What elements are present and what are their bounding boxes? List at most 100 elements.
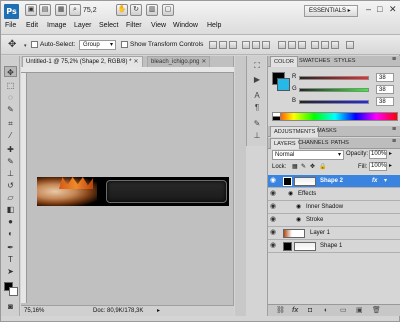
move-tool-icon[interactable]: ✥ — [4, 66, 17, 77]
add-style-icon[interactable]: fx — [292, 305, 298, 316]
clone-stamp-tool-icon[interactable]: ⊥ — [4, 168, 17, 179]
eyedropper-tool-icon[interactable]: ⁄ — [4, 130, 17, 141]
red-slider[interactable] — [299, 76, 369, 80]
menu-layer[interactable]: Layer — [74, 22, 92, 29]
layer-row-stroke[interactable]: ◉ ◉ Stroke — [268, 214, 400, 227]
minibridge-icon[interactable]: ▤ — [39, 4, 51, 16]
eye-icon[interactable]: ◉ — [270, 214, 280, 226]
align-vcenter-icon[interactable] — [219, 41, 227, 49]
background-color-swatch[interactable] — [9, 287, 18, 296]
tab-styles[interactable]: STYLES — [331, 56, 358, 67]
fx-icon[interactable]: fx — [372, 175, 377, 187]
align-left-icon[interactable] — [242, 41, 250, 49]
align-top-icon[interactable] — [209, 41, 217, 49]
screen-mode-icon[interactable]: ▢ — [162, 4, 174, 16]
blur-tool-icon[interactable]: ● — [4, 216, 17, 227]
history-brush-tool-icon[interactable]: ↺ — [4, 180, 17, 191]
tab-swatches[interactable]: SWATCHES — [296, 56, 333, 67]
zoom-level-icon[interactable]: ⌕ — [69, 4, 81, 16]
layer-row-inner-shadow[interactable]: ◉ ◉ Inner Shadow — [268, 201, 400, 214]
zoom-level-field[interactable]: 75,2 — [83, 5, 113, 16]
menu-image[interactable]: Image — [47, 22, 66, 29]
blue-value-field[interactable]: 38 — [376, 97, 394, 106]
opacity-field[interactable]: 100% — [369, 150, 387, 159]
menu-view[interactable]: View — [151, 22, 166, 29]
tab-channels[interactable]: CHANNELS — [295, 138, 331, 149]
close-icon[interactable]: ✕ — [133, 59, 138, 65]
red-value-field[interactable]: 38 — [376, 73, 394, 82]
green-slider[interactable] — [299, 88, 369, 92]
distribute-hcenter-icon[interactable] — [321, 41, 329, 49]
crop-tool-icon[interactable]: ⌗ — [4, 118, 17, 129]
lock-image-icon[interactable]: ✎ — [301, 163, 306, 170]
brush-panel-icon[interactable]: ✎ — [251, 118, 263, 129]
minimize-button[interactable]: – — [366, 4, 371, 14]
lasso-tool-icon[interactable]: ◌ — [4, 92, 17, 103]
chevron-down-icon[interactable]: ▾ — [384, 175, 387, 187]
canvas-banner[interactable] — [37, 177, 229, 206]
zoom-status[interactable]: 75,16% — [24, 306, 44, 316]
marquee-tool-icon[interactable]: ⬚ — [4, 80, 17, 91]
dodge-tool-icon[interactable]: ◐ — [4, 228, 17, 239]
green-value-field[interactable]: 38 — [376, 85, 394, 94]
menu-help[interactable]: Help — [207, 22, 221, 29]
align-bottom-icon[interactable] — [229, 41, 237, 49]
layer-row-shape-1[interactable]: ◉ Shape 1 — [268, 240, 400, 253]
blend-mode-dropdown[interactable]: Normal ▾ — [272, 150, 344, 160]
tab-untitled-1[interactable]: Untitled-1 @ 75,2% (Shape 2, RGB/8) * ✕ — [22, 56, 143, 67]
character-panel-icon[interactable]: A — [251, 90, 263, 101]
quick-select-tool-icon[interactable]: ✎ — [4, 104, 17, 115]
color-spectrum-bar[interactable] — [272, 112, 398, 121]
auto-align-icon[interactable] — [346, 41, 354, 49]
healing-brush-tool-icon[interactable]: ✚ — [4, 144, 17, 155]
paragraph-panel-icon[interactable]: ¶ — [251, 102, 263, 113]
menu-edit[interactable]: Edit — [26, 22, 38, 29]
type-tool-icon[interactable]: T — [4, 254, 17, 265]
fill-field[interactable]: 100% — [369, 162, 387, 171]
lock-position-icon[interactable]: ✥ — [310, 163, 315, 170]
close-button[interactable]: ✕ — [389, 4, 397, 15]
view-extras-icon[interactable]: ▦ — [55, 4, 67, 16]
menu-select[interactable]: Select — [99, 22, 118, 29]
pen-tool-icon[interactable]: ✒ — [4, 242, 17, 253]
status-menu-arrow-icon[interactable]: ▸ — [157, 306, 160, 316]
opacity-arrow-icon[interactable]: ▸ — [389, 150, 392, 157]
color-background-swatch[interactable] — [277, 78, 290, 91]
actions-panel-icon[interactable]: ▶ — [251, 74, 263, 85]
delete-layer-icon[interactable]: 🗑 — [372, 305, 381, 316]
eye-icon[interactable]: ◉ — [270, 201, 280, 213]
clone-source-panel-icon[interactable]: ⊥ — [251, 130, 263, 141]
auto-select-dropdown[interactable]: Group ▾ — [79, 40, 116, 50]
add-mask-icon[interactable]: ◘ — [308, 305, 312, 316]
tab-bleach-ichigo[interactable]: bleach_ichigo.png ✕ — [147, 56, 211, 67]
blue-slider[interactable] — [299, 100, 369, 104]
panel-menu-icon[interactable]: ≡ — [392, 138, 396, 145]
quick-mask-icon[interactable]: ◙ — [4, 301, 17, 312]
history-panel-icon[interactable]: ⛶ — [251, 60, 263, 71]
distribute-right-icon[interactable] — [331, 41, 339, 49]
menu-file[interactable]: File — [5, 22, 16, 29]
eye-icon[interactable]: ◉ — [270, 188, 280, 200]
panel-menu-icon[interactable]: ≡ — [392, 126, 396, 133]
panel-menu-icon[interactable]: ≡ — [392, 56, 396, 63]
distribute-vcenter-icon[interactable] — [288, 41, 296, 49]
align-hcenter-icon[interactable] — [252, 41, 260, 49]
align-right-icon[interactable] — [262, 41, 270, 49]
menu-window[interactable]: Window — [173, 22, 198, 29]
tab-color[interactable]: COLOR — [270, 56, 298, 67]
hand-tool-icon[interactable]: ✋ — [116, 4, 128, 16]
chevron-down-icon[interactable]: ▾ — [24, 43, 27, 49]
distribute-left-icon[interactable] — [311, 41, 319, 49]
new-layer-icon[interactable]: ▣ — [356, 305, 363, 316]
tab-masks[interactable]: MASKS — [314, 126, 340, 137]
maximize-button[interactable]: □ — [377, 4, 382, 14]
gradient-tool-icon[interactable]: ◧ — [4, 204, 17, 215]
eye-icon[interactable]: ◉ — [270, 175, 280, 187]
effect-visibility-icon[interactable]: ◉ — [296, 201, 301, 213]
close-icon[interactable]: ✕ — [201, 59, 206, 65]
link-layers-icon[interactable]: ⛓ — [276, 305, 285, 316]
adjustment-layer-icon[interactable]: ◐ — [324, 305, 328, 316]
fill-arrow-icon[interactable]: ▸ — [389, 162, 392, 169]
arrange-documents-icon[interactable]: ▥ — [146, 4, 158, 16]
workspace-switcher[interactable]: ESSENTIALS ▸ — [304, 5, 358, 17]
